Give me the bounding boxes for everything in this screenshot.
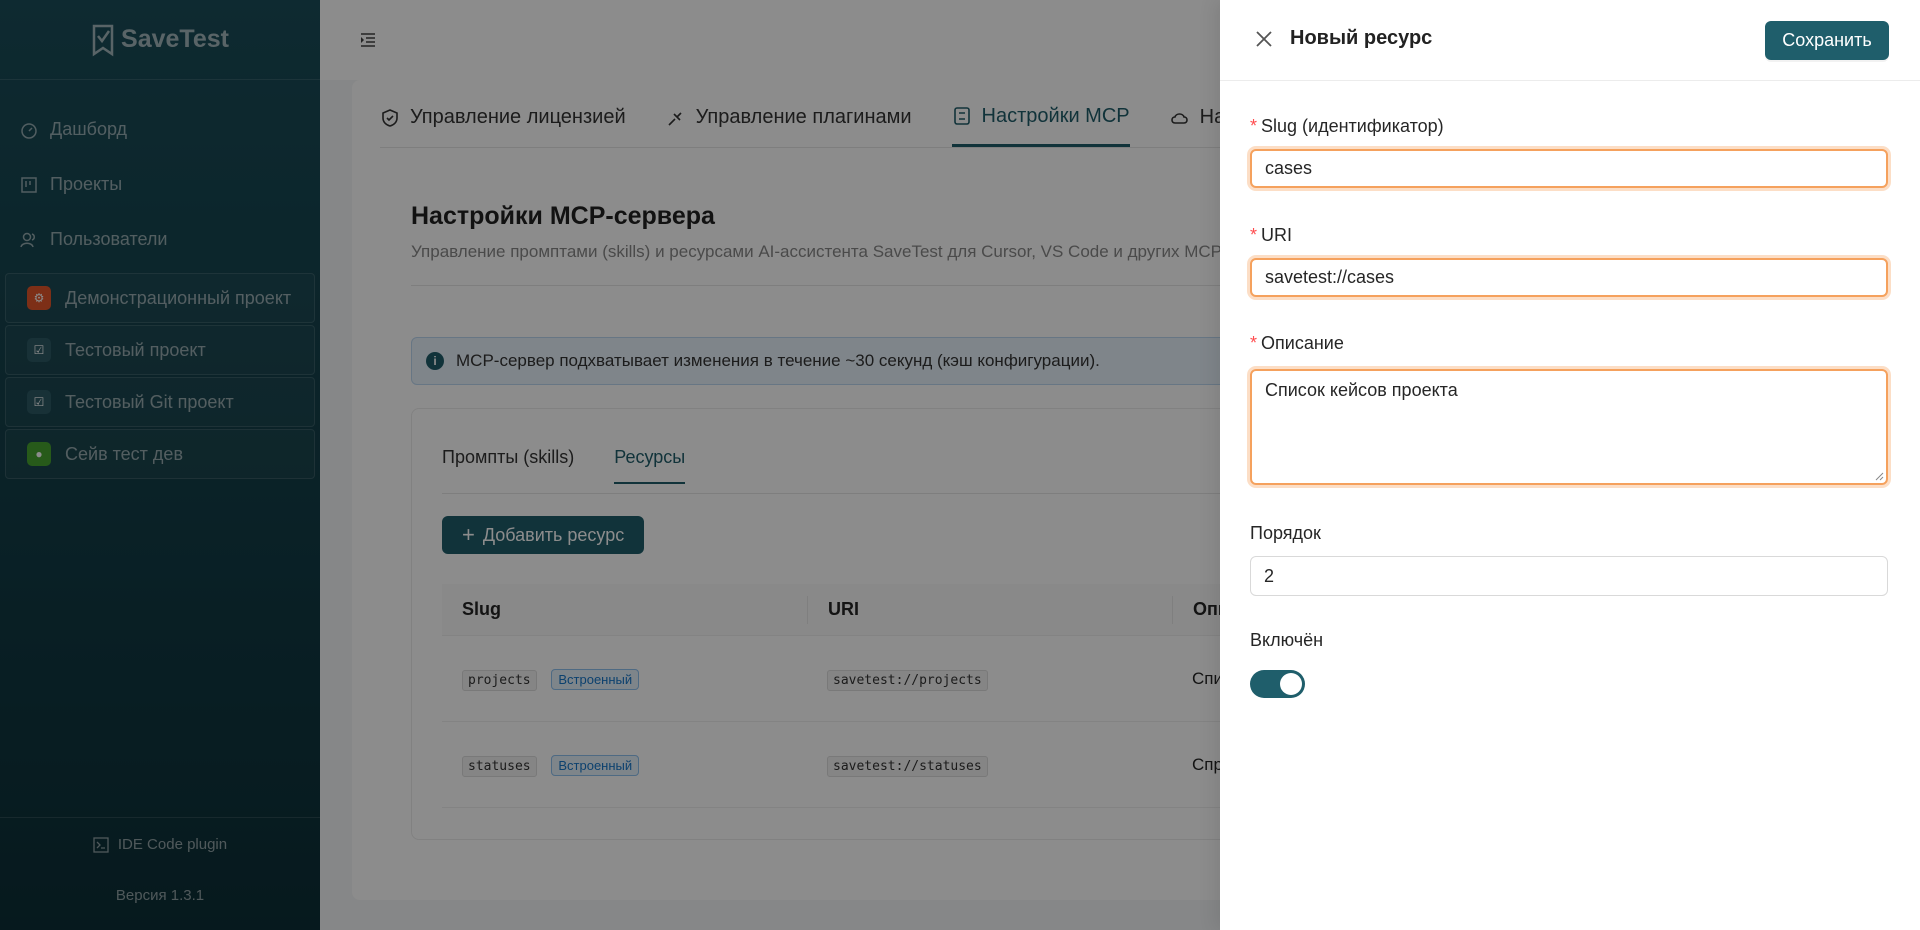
save-button[interactable]: Сохранить (1765, 21, 1889, 60)
sidebar: SaveTest Дашборд Проекты Пользователи ⚙ … (0, 0, 320, 930)
order-label: Порядок (1250, 523, 1321, 543)
uri-label: * URI (1250, 225, 1292, 246)
required-mark: * (1250, 333, 1258, 353)
uri-input[interactable]: savetest://cases (1250, 258, 1888, 297)
slug-label-text: Slug (идентификатор) (1261, 116, 1444, 136)
drawer-title: Новый ресурс (1290, 27, 1433, 49)
toggle-knob (1280, 673, 1302, 695)
description-label: * Описание (1250, 333, 1344, 354)
description-value: Список кейсов проекта (1265, 380, 1458, 400)
sidebar-overlay (0, 0, 320, 930)
uri-label-text: URI (1261, 225, 1293, 245)
slug-label: * Slug (идентификатор) (1250, 116, 1444, 137)
order-input[interactable]: 2 (1250, 556, 1888, 596)
enabled-label: Включён (1250, 630, 1324, 650)
drawer-header: Новый ресурс Сохранить (1220, 0, 1920, 81)
new-resource-drawer: Новый ресурс Сохранить * Slug (идентифика… (1220, 0, 1920, 930)
close-icon[interactable] (1253, 28, 1275, 50)
slug-input[interactable]: cases (1250, 149, 1888, 188)
resize-handle-icon[interactable] (1874, 471, 1884, 481)
enabled-toggle[interactable] (1250, 670, 1305, 698)
description-label-text: Описание (1261, 333, 1344, 353)
required-mark: * (1250, 225, 1258, 245)
description-textarea[interactable]: Список кейсов проекта (1250, 369, 1888, 485)
required-mark: * (1250, 116, 1258, 136)
